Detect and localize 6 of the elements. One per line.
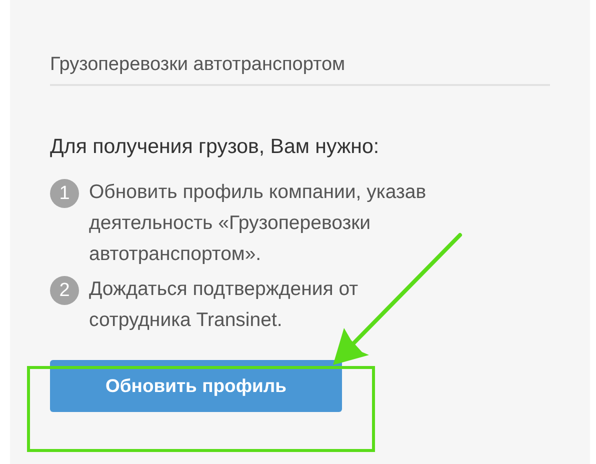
- instructions-heading: Для получения грузов, Вам нужно:: [50, 135, 380, 159]
- step-text: Дождаться подтверждения от сотрудника Transinet.: [89, 277, 360, 333]
- step-text: Обновить профиль компании, указав деятельность «Грузоперевозки автотранспортом».: [89, 180, 428, 267]
- step-number: 1: [50, 179, 79, 208]
- activity-field[interactable]: Грузоперевозки автотранспортом: [50, 52, 550, 86]
- step-number: 2: [50, 276, 79, 305]
